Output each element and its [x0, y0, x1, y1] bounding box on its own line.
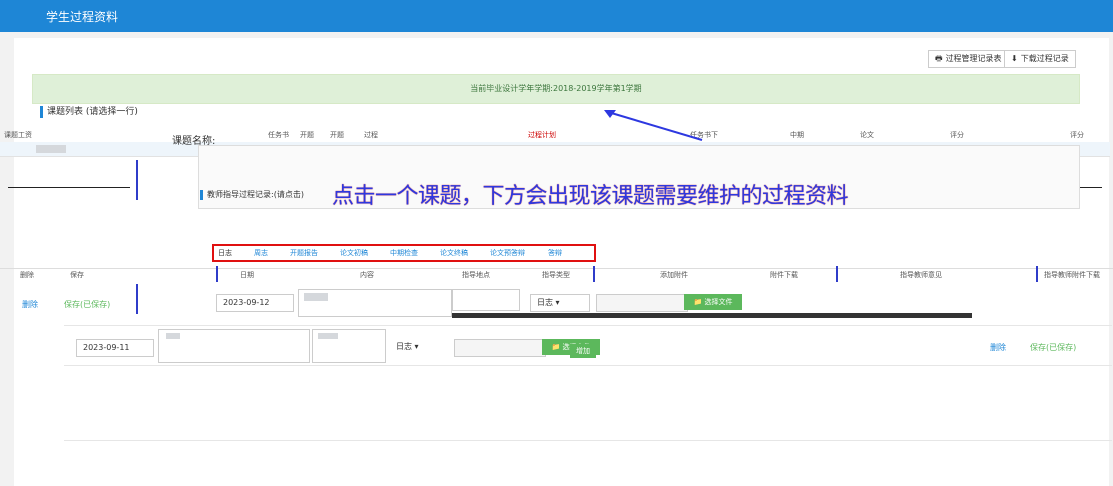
top-bar: 学生过程资料: [0, 0, 1113, 32]
header-open1: 开题: [300, 131, 314, 139]
row-b-top-line: [64, 325, 1112, 326]
header-task: 任务书: [268, 131, 289, 139]
header-score1: 评分: [950, 131, 964, 139]
row-b-file-field[interactable]: [454, 339, 546, 357]
tab-weekly[interactable]: 周志: [254, 248, 268, 258]
topic-table-header: 课题工资 任务书 开题 开题 过程 过程计划 任务书下 中期 论文 评分 评分: [0, 128, 1110, 143]
row-a-date-input[interactable]: 2023-09-12: [216, 294, 294, 312]
row-b-content-input[interactable]: [158, 329, 310, 363]
blue-mark-left: [136, 160, 138, 200]
main-panel: 🖶 过程管理记录表 ⬇ 下载过程记录 当前毕业设计学年学期:2018-2019学年第…: [14, 38, 1109, 486]
divider-left: [8, 187, 130, 188]
row-a-save[interactable]: 保存(已保存): [64, 299, 110, 310]
header-date: 日期: [240, 271, 254, 279]
download-icon: ⬇: [1011, 54, 1018, 63]
redacted-left: [36, 145, 66, 153]
tab-defense[interactable]: 答辩: [548, 248, 562, 258]
header-topic: 课题工资: [4, 131, 32, 139]
tab-pre-defense[interactable]: 论文预答辩: [490, 248, 525, 258]
header-process: 过程: [364, 131, 378, 139]
row-a-file-field[interactable]: [596, 294, 688, 312]
row-b-bottom-line: [64, 365, 1112, 366]
header-thesis: 论文: [860, 131, 874, 139]
dark-overlay-bar: [452, 313, 972, 318]
row-b-type-select[interactable]: 日志 ▾: [390, 339, 452, 355]
header-delete: 删除: [20, 271, 34, 279]
col-mark-2: [593, 266, 595, 282]
row-a-mark: [136, 284, 138, 314]
row-a-type-select[interactable]: 日志 ▾: [530, 294, 590, 312]
col-mark-4: [1036, 266, 1038, 282]
header-teacher-opinion: 指导教师意见: [900, 271, 942, 279]
row-a-delete[interactable]: 删除: [22, 299, 38, 310]
header-process-plan: 过程计划: [528, 131, 556, 139]
row-b-redacted-location: [318, 333, 338, 339]
row-b-date-input[interactable]: 2023-09-11: [76, 339, 154, 357]
guidance-title: 教师指导过程记录:(请点击): [200, 190, 304, 200]
process-record-table-button[interactable]: 🖶 过程管理记录表: [928, 50, 1009, 68]
header-add-attachment: 添加附件: [660, 271, 688, 279]
tab-draft[interactable]: 论文初稿: [340, 248, 368, 258]
row-a-redacted-content: [304, 293, 328, 301]
header-teacher-attachment: 指导教师附件下载: [1044, 271, 1100, 279]
add-button[interactable]: 增加: [570, 344, 596, 358]
tab-proposal[interactable]: 开题报告: [290, 248, 318, 258]
col-mark-3: [836, 266, 838, 282]
print-icon: 🖶: [935, 54, 943, 63]
row-b-delete[interactable]: 删除: [990, 342, 1006, 353]
row-a-location-input[interactable]: [452, 289, 520, 311]
process-tabs: 日志 周志 开题报告 论文初稿 中期检查 论文终稿 论文预答辩 答辩: [212, 244, 596, 262]
bottom-line: [64, 440, 1112, 441]
table-header-line: [0, 268, 1113, 269]
annotation-text: 点击一个课题，下方会出现该课题需要维护的过程资料: [332, 184, 849, 209]
tab-midterm[interactable]: 中期检查: [390, 248, 418, 258]
download-record-button[interactable]: ⬇ 下载过程记录: [1004, 50, 1076, 68]
header-type: 指导类型: [542, 271, 570, 279]
col-mark-1: [216, 266, 218, 282]
header-content: 内容: [360, 271, 374, 279]
header-attachment-download: 附件下载: [770, 271, 798, 279]
header-save: 保存: [70, 271, 84, 279]
topic-list-title: 课题列表 (请选择一行): [40, 106, 138, 118]
tab-log[interactable]: 日志: [218, 248, 232, 258]
row-a-choose-file-button[interactable]: 📁 选择文件: [684, 294, 742, 310]
header-score2: 评分: [1070, 131, 1084, 139]
app-title: 学生过程资料: [46, 10, 119, 24]
header-location: 指导地点: [462, 271, 490, 279]
row-b-redacted-content: [166, 333, 180, 339]
row-b-save[interactable]: 保存(已保存): [1030, 342, 1076, 353]
header-open2: 开题: [330, 131, 344, 139]
tab-final[interactable]: 论文终稿: [440, 248, 468, 258]
annotation-arrow: [604, 110, 703, 141]
header-mid: 中期: [790, 131, 804, 139]
term-info-bar: 当前毕业设计学年学期:2018-2019学年第1学期: [32, 74, 1080, 104]
